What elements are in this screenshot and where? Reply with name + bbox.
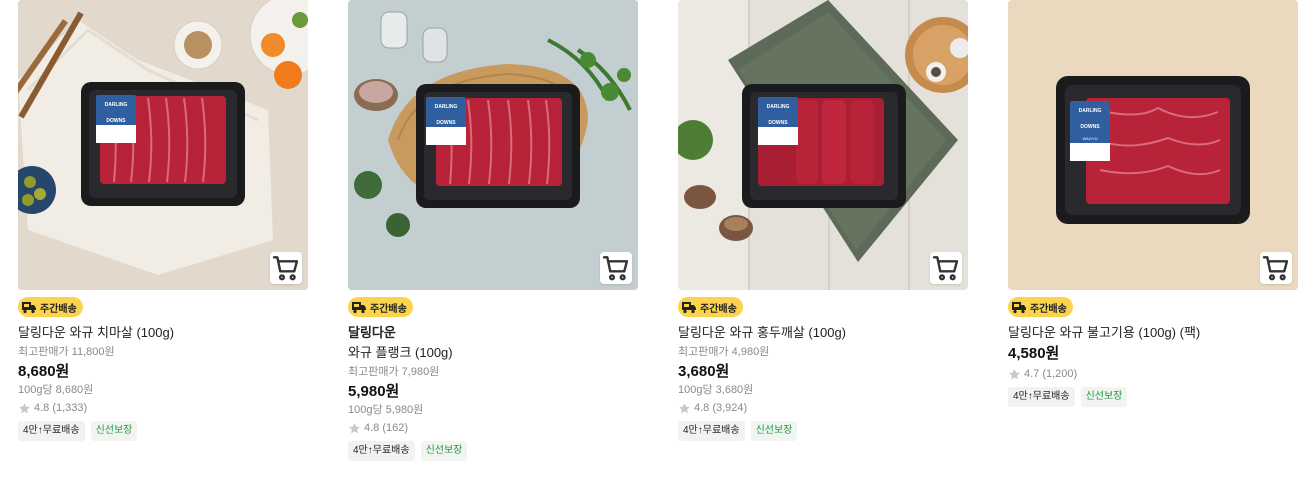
freshness-tag: 신선보장 (90, 421, 138, 441)
product-title[interactable]: 달링다운 와규 치마살 (100g) (18, 324, 308, 342)
product-title[interactable]: 와규 플랭크 (100g) (348, 344, 638, 362)
tag-list: 4만↑무료배송 신선보장 (678, 421, 968, 441)
rating-text: 4.7 (1,200) (1024, 368, 1078, 380)
shopping-cart-icon (272, 256, 299, 281)
rating: 4.8 (3,924) (678, 400, 968, 416)
sale-price: 4,580원 (1008, 345, 1060, 362)
sale-price: 5,980원 (348, 383, 400, 400)
add-to-cart-button[interactable] (930, 252, 962, 284)
sale-price: 8,680원 (18, 363, 70, 380)
unit-price: 100g당 3,680원 (678, 384, 754, 396)
product-card[interactable]: DARLING DOWNS 주간배송 달링다운 와규 플랭크 (100g) 최고… (348, 0, 638, 461)
product-photo-flank: DARLING DOWNS (348, 0, 638, 290)
rating: 4.8 (162) (348, 420, 638, 436)
product-card[interactable]: DARLING DOWNS 주간배송 달링다운 와규 홍두깨살 (100g) 최… (678, 0, 968, 441)
add-to-cart-button[interactable] (270, 252, 302, 284)
product-photo-bulgogi: DARLING DOWNS WAGYU (1008, 0, 1298, 290)
delivery-truck-icon (1012, 302, 1026, 314)
original-price: 최고판매가 11,800원 (18, 346, 115, 358)
shopping-cart-icon (602, 256, 629, 281)
delivery-truck-icon (682, 302, 696, 314)
badge-label: 주간배송 (40, 303, 77, 315)
tag-list: 4만↑무료배송 신선보장 (1008, 387, 1298, 407)
product-card[interactable]: DARLING DOWNS 주간배송 달링다운 와규 치마살 (100g) 최고… (18, 0, 308, 441)
rating-text: 4.8 (162) (364, 422, 409, 434)
star-icon (19, 402, 30, 413)
svg-text:DARLING: DARLING (767, 104, 790, 110)
badge-label: 주간배송 (370, 303, 407, 315)
add-to-cart-button[interactable] (1260, 252, 1292, 284)
product-brand[interactable]: 달링다운 (348, 324, 638, 342)
badge-label: 주간배송 (700, 303, 737, 315)
product-photo-eye-round: DARLING DOWNS (678, 0, 968, 290)
svg-text:DARLING: DARLING (105, 102, 128, 108)
free-shipping-tag: 4만↑무료배송 (348, 441, 415, 461)
original-price: 최고판매가 4,980원 (678, 346, 770, 358)
freshness-tag: 신선보장 (750, 421, 798, 441)
svg-text:DOWNS: DOWNS (768, 120, 788, 126)
original-price: 최고판매가 7,980원 (348, 366, 440, 378)
rating: 4.8 (1,333) (18, 400, 308, 416)
badge-label: 주간배송 (1030, 303, 1067, 315)
rating-text: 4.8 (1,333) (34, 402, 88, 414)
svg-text:DOWNS: DOWNS (1080, 124, 1100, 130)
svg-text:WAGYU: WAGYU (1083, 136, 1098, 141)
freshness-tag: 신선보장 (420, 441, 468, 461)
product-photo-chima: DARLING DOWNS (18, 0, 308, 290)
add-to-cart-button[interactable] (600, 252, 632, 284)
free-shipping-tag: 4만↑무료배송 (1008, 387, 1075, 407)
product-card[interactable]: DARLING DOWNS WAGYU 주간배송 달링다운 와규 불고기용 (1… (1008, 0, 1298, 407)
shopping-cart-icon (1262, 256, 1289, 281)
delivery-truck-icon (22, 302, 36, 314)
unit-price: 100g당 8,680원 (18, 384, 94, 396)
unit-price: 100g당 5,980원 (348, 404, 424, 416)
rating-text: 4.8 (3,924) (694, 402, 748, 414)
freshness-tag: 신선보장 (1080, 387, 1128, 407)
svg-text:DOWNS: DOWNS (436, 120, 456, 126)
tag-list: 4만↑무료배송 신선보장 (348, 441, 638, 461)
tag-list: 4만↑무료배송 신선보장 (18, 421, 308, 441)
product-title[interactable]: 달링다운 와규 불고기용 (100g) (팩) (1008, 324, 1298, 342)
product-image[interactable]: DARLING DOWNS (18, 0, 308, 290)
product-title[interactable]: 달링다운 와규 홍두깨살 (100g) (678, 324, 968, 342)
star-icon (349, 422, 360, 433)
free-shipping-tag: 4만↑무료배송 (678, 421, 745, 441)
weekly-delivery-badge: 주간배송 (348, 297, 413, 317)
free-shipping-tag: 4만↑무료배송 (18, 421, 85, 441)
svg-text:DARLING: DARLING (1079, 108, 1102, 114)
product-image[interactable]: DARLING DOWNS WAGYU (1008, 0, 1298, 290)
product-image[interactable]: DARLING DOWNS (348, 0, 638, 290)
weekly-delivery-badge: 주간배송 (1008, 297, 1073, 317)
weekly-delivery-badge: 주간배송 (678, 297, 743, 317)
weekly-delivery-badge: 주간배송 (18, 297, 83, 317)
sale-price: 3,680원 (678, 363, 730, 380)
rating: 4.7 (1,200) (1008, 366, 1298, 382)
star-icon (1009, 368, 1020, 379)
svg-text:DOWNS: DOWNS (106, 118, 126, 124)
star-icon (679, 402, 690, 413)
svg-text:DARLING: DARLING (435, 104, 458, 110)
shopping-cart-icon (932, 256, 959, 281)
product-image[interactable]: DARLING DOWNS (678, 0, 968, 290)
delivery-truck-icon (352, 302, 366, 314)
